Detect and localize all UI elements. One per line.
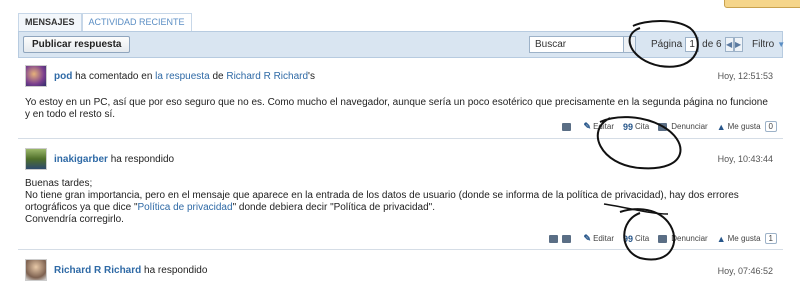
pagination: Página 1 de 6 ◀ ▶ <box>651 37 743 52</box>
page-number-input[interactable]: 1 <box>685 37 700 52</box>
post-author[interactable]: Richard R Richard <box>54 265 141 276</box>
post-timestamp: Hoy, 07:46:52 <box>717 266 773 276</box>
post-item: inakigarber ha respondido Hoy, 10:43:44 … <box>18 140 783 250</box>
post-actions: ✎ Editar 99 Cita Denunciar ▲ Me gusta 0 <box>561 121 777 132</box>
post-reply-button[interactable]: Publicar respuesta <box>23 36 131 53</box>
post-author[interactable]: inakigarber <box>54 154 108 165</box>
privacy-policy-link[interactable]: Política de privacidad <box>138 202 233 213</box>
quote-icon: 99 <box>623 121 634 132</box>
chevron-down-icon: ▼ <box>777 40 786 49</box>
post-header: Richard R Richard ha respondido <box>25 259 207 281</box>
report-label: Denunciar <box>671 234 708 243</box>
post-line: Yo estoy en un PC, así que por eso segur… <box>25 97 768 120</box>
share-icon[interactable] <box>561 122 571 131</box>
like-label: Me gusta <box>727 122 761 131</box>
post-body: Yo estoy en un PC, así que por eso segur… <box>25 97 775 121</box>
quote-button[interactable]: 99 Cita <box>623 122 649 132</box>
post-author[interactable]: pod <box>54 71 72 82</box>
edit-button[interactable]: ✎ Editar <box>584 121 614 132</box>
search-input[interactable]: Buscar <box>529 36 624 53</box>
multiquote-icon[interactable] <box>561 234 571 243</box>
avatar[interactable] <box>25 259 47 281</box>
post-header: inakigarber ha respondido <box>25 148 174 170</box>
edit-label: Editar <box>593 122 614 131</box>
pencil-icon: ✎ <box>583 233 592 243</box>
post-item: pod ha comentado en la respuesta de Rich… <box>18 59 783 139</box>
like-count: 1 <box>764 233 777 244</box>
page-label: Página <box>651 39 683 50</box>
action-text: ha respondido <box>110 153 175 165</box>
like-label: Me gusta <box>727 234 761 243</box>
post-text: " donde debiera decir "Política de priva… <box>232 202 435 213</box>
flag-icon <box>658 122 668 131</box>
share-icon[interactable] <box>548 234 558 243</box>
flag-icon <box>658 234 668 243</box>
filter-label: Filtro <box>752 39 775 50</box>
quote-button[interactable]: 99 Cita <box>623 234 649 244</box>
thumbs-up-icon: ▲ <box>716 233 726 244</box>
post-line: Buenas tardes; <box>25 178 93 189</box>
edit-label: Editar <box>593 234 614 243</box>
possessive: 's <box>308 70 315 82</box>
tab-bar: MENSAJES ACTIVIDAD RECIENTE <box>18 13 192 33</box>
post-timestamp: Hoy, 10:43:44 <box>717 154 773 164</box>
quote-icon: 99 <box>623 233 634 244</box>
post-actions: ✎ Editar 99 Cita Denunciar ▲ Me gusta 1 <box>548 233 777 244</box>
target-user-link[interactable]: Richard R Richard <box>226 71 308 82</box>
thumbs-up-icon: ▲ <box>716 121 726 132</box>
thread-toolbar: Publicar respuesta Buscar Página 1 de 6 … <box>18 31 785 58</box>
like-button[interactable]: ▲ Me gusta <box>717 234 761 244</box>
like-count: 0 <box>764 121 777 132</box>
reply-link[interactable]: la respuesta <box>155 71 209 82</box>
post-item: Richard R Richard ha respondido Hoy, 07:… <box>18 251 783 291</box>
post-header: pod ha comentado en la respuesta de Rich… <box>25 65 315 87</box>
search-button[interactable] <box>623 36 636 53</box>
report-button[interactable]: Denunciar <box>658 122 708 131</box>
filter-dropdown[interactable]: Filtro ▼ <box>752 39 785 50</box>
quote-label: Cita <box>635 122 650 131</box>
report-button[interactable]: Denunciar <box>658 234 708 243</box>
prev-page-icon[interactable]: ◀ <box>724 37 734 52</box>
post-line: No tiene gran importancia, pero en el me… <box>25 190 780 214</box>
action-text-mid: de <box>212 70 224 82</box>
post-line: Convendría corregirlo. <box>25 214 124 225</box>
quote-label: Cita <box>635 234 650 243</box>
tab-recent-activity[interactable]: ACTIVIDAD RECIENTE <box>81 13 192 33</box>
like-button[interactable]: ▲ Me gusta <box>717 122 761 132</box>
post-timestamp: Hoy, 12:51:53 <box>717 71 773 81</box>
report-label: Denunciar <box>671 122 708 131</box>
new-post-button[interactable] <box>724 0 800 8</box>
next-page-icon[interactable]: ▶ <box>733 37 743 52</box>
action-text: ha comentado en <box>75 70 153 82</box>
post-body: Buenas tardes; No tiene gran importancia… <box>25 178 780 226</box>
action-text: ha respondido <box>144 264 208 276</box>
avatar[interactable] <box>25 148 47 170</box>
tab-messages[interactable]: MENSAJES <box>18 13 82 33</box>
pencil-icon: ✎ <box>583 121 592 131</box>
edit-button[interactable]: ✎ Editar <box>584 233 614 244</box>
avatar[interactable] <box>25 65 47 87</box>
page-total: de 6 <box>702 39 722 50</box>
